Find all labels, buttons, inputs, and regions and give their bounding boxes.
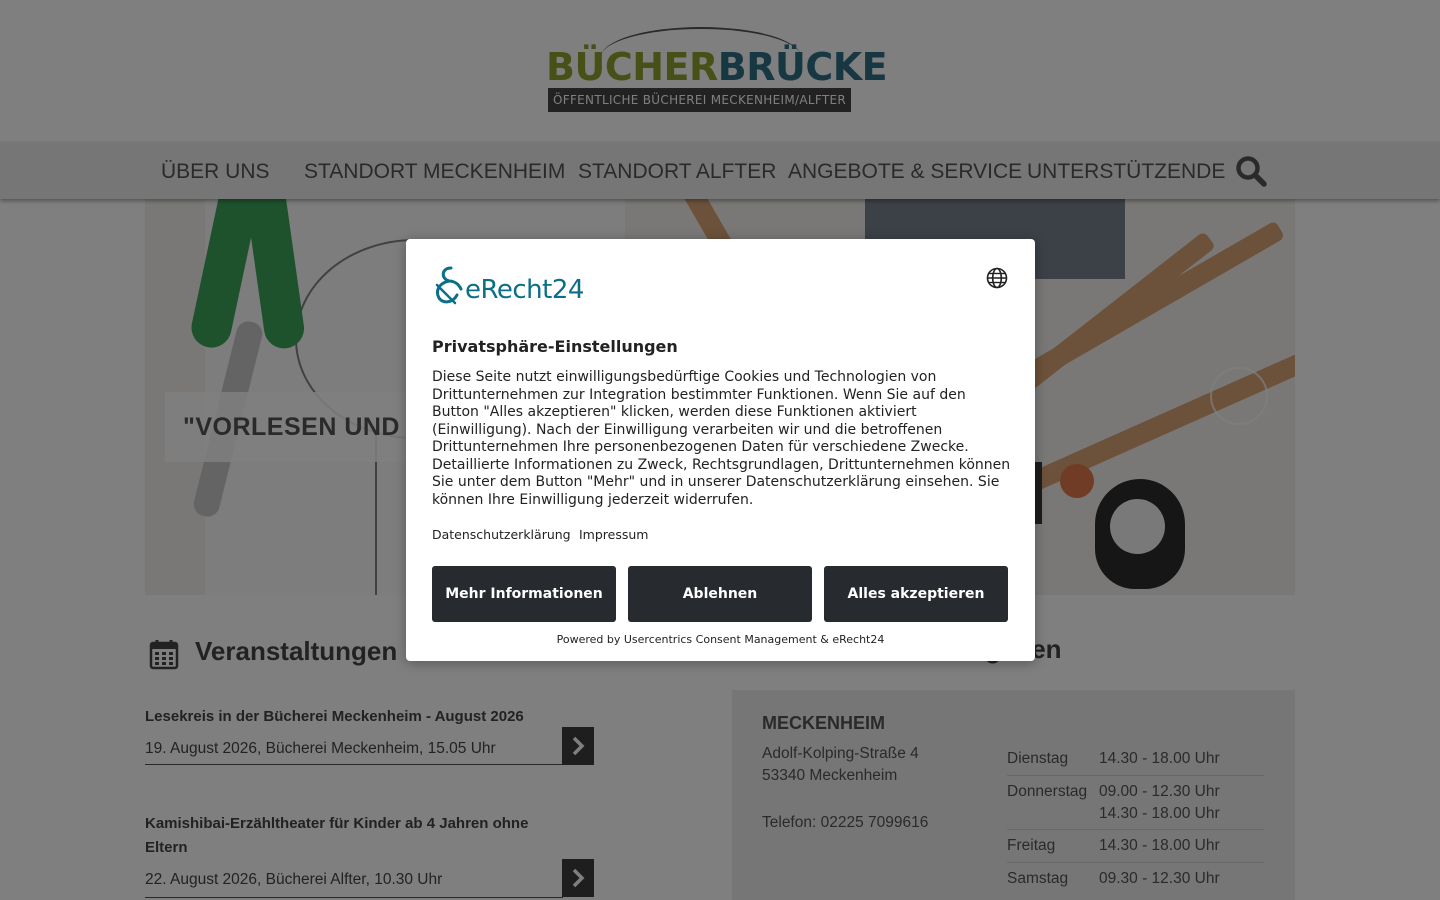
imprint-link[interactable]: Impressum <box>579 527 648 542</box>
globe-icon[interactable] <box>986 267 1008 289</box>
erecht24-logo: eRecht24 <box>431 265 601 305</box>
accept-all-button[interactable]: Alles akzeptieren <box>824 566 1008 622</box>
more-info-button[interactable]: Mehr Informationen <box>432 566 616 622</box>
erecht24-logo-text: eRecht24 <box>465 275 584 305</box>
powered-by-text: Powered by Usercentrics Consent Manageme… <box>556 633 885 646</box>
consent-dialog: eRecht24 Privatsphäre-Einstellungen Dies… <box>406 239 1035 661</box>
erecht24-logo-icon <box>435 266 463 305</box>
consent-body-text: Diese Seite nutzt einwilligungsbedürftig… <box>432 369 1011 508</box>
privacy-policy-link[interactable]: Datenschutzerklärung <box>432 527 571 542</box>
decline-button[interactable]: Ablehnen <box>628 566 812 622</box>
consent-heading: Privatsphäre-Einstellungen <box>432 337 678 356</box>
